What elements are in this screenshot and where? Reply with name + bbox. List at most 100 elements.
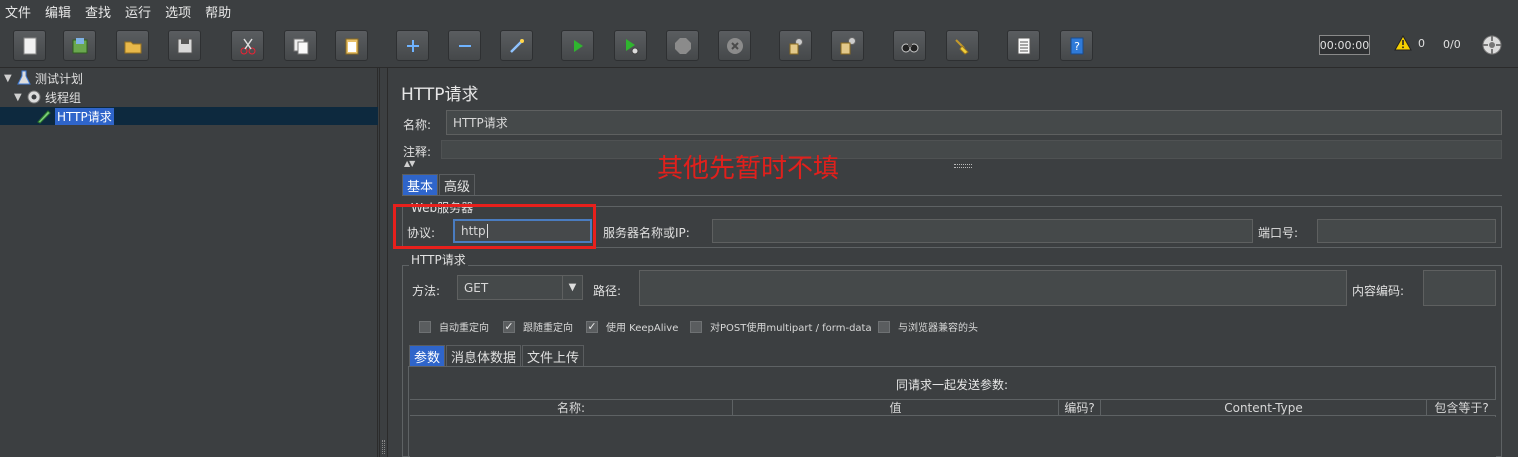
column-header-content-type[interactable]: Content-Type bbox=[1101, 400, 1427, 415]
checkbox-box[interactable] bbox=[878, 320, 890, 333]
reset-search-icon bbox=[954, 38, 969, 55]
comment-field[interactable] bbox=[441, 140, 1502, 159]
panel-title: HTTP请求 bbox=[401, 85, 479, 105]
stop-icon bbox=[674, 37, 691, 54]
checkbox-box[interactable] bbox=[690, 320, 702, 333]
chevron-down-icon[interactable]: ▼ bbox=[562, 276, 582, 299]
tab-basic[interactable]: 基本 bbox=[402, 174, 439, 195]
function-helper-button[interactable] bbox=[1007, 30, 1040, 61]
tree-item-test-plan[interactable]: ▼ 测试计划 bbox=[4, 69, 83, 87]
path-input[interactable] bbox=[639, 270, 1347, 306]
tree-item-http-request[interactable]: HTTP请求 bbox=[0, 107, 378, 125]
split-divider[interactable] bbox=[379, 68, 388, 457]
checkbox-keepalive[interactable]: ✓ 使用 KeepAlive bbox=[586, 319, 678, 334]
shutdown-button[interactable] bbox=[718, 30, 751, 61]
main-tabs: 基本 高级 bbox=[402, 174, 476, 195]
tab-body-data[interactable]: 消息体数据 bbox=[446, 345, 522, 366]
checkbox-follow-redirect[interactable]: ✓ 跟随重定向 bbox=[503, 319, 573, 334]
http-request-title: HTTP请求 bbox=[409, 251, 468, 268]
parameters-table: 同请求一起发送参数: 名称: 值 编码? Content-Type 包含等于? bbox=[408, 366, 1496, 457]
collapse-icon bbox=[458, 44, 471, 47]
encoding-input[interactable] bbox=[1423, 270, 1496, 306]
checkbox-box[interactable]: ✓ bbox=[503, 320, 515, 333]
tab-advanced[interactable]: 高级 bbox=[439, 174, 476, 195]
tree-item-label: HTTP请求 bbox=[55, 107, 114, 125]
sampler-pen-icon bbox=[37, 110, 51, 124]
checkbox-label: 自动重定向 bbox=[439, 323, 489, 334]
menu-options[interactable]: 选项 bbox=[164, 2, 192, 21]
method-select[interactable]: GET ▼ bbox=[457, 275, 583, 300]
menu-search[interactable]: 查找 bbox=[84, 2, 112, 21]
server-label: 服务器名称或IP: bbox=[603, 226, 690, 240]
save-icon bbox=[177, 38, 192, 53]
column-header-encode[interactable]: 编码? bbox=[1059, 400, 1101, 415]
paste-button[interactable] bbox=[335, 30, 368, 61]
column-header-value[interactable]: 值 bbox=[733, 400, 1059, 415]
tab-file-upload[interactable]: 文件上传 bbox=[522, 345, 585, 366]
checkbox-label: 使用 KeepAlive bbox=[606, 323, 679, 334]
copy-button[interactable] bbox=[284, 30, 317, 61]
test-plan-tree: ▼ 测试计划 ▼ 线程组 HTTP请求 bbox=[0, 68, 378, 457]
highlight-box bbox=[393, 204, 596, 249]
search-button[interactable] bbox=[893, 30, 926, 61]
cut-button[interactable] bbox=[231, 30, 264, 61]
reset-search-button[interactable] bbox=[946, 30, 979, 61]
start-icon bbox=[573, 39, 583, 52]
toggle-button[interactable] bbox=[500, 30, 533, 61]
port-input[interactable] bbox=[1317, 219, 1496, 243]
cut-icon bbox=[240, 38, 255, 54]
templates-icon bbox=[72, 37, 87, 53]
method-value: GET bbox=[464, 280, 489, 295]
collapse-arrow-icon[interactable]: ▼ bbox=[4, 73, 16, 84]
collapse-comment-icon[interactable]: ▲▼ bbox=[404, 159, 415, 168]
table-header: 名称: 值 编码? Content-Type 包含等于? bbox=[410, 399, 1496, 416]
search-icon bbox=[901, 42, 918, 52]
expand-button[interactable] bbox=[396, 30, 429, 61]
resize-grip[interactable] bbox=[954, 164, 972, 168]
warning-count: 0 bbox=[1418, 36, 1425, 50]
method-label: 方法: bbox=[412, 284, 441, 298]
column-header-include-equals[interactable]: 包含等于? bbox=[1427, 400, 1496, 415]
warning-indicator[interactable]: 0 bbox=[1394, 35, 1425, 51]
test-plan-icon bbox=[17, 70, 31, 85]
start-no-pause-button[interactable] bbox=[614, 30, 647, 61]
function-helper-icon bbox=[1017, 37, 1030, 54]
column-header-name[interactable]: 名称: bbox=[410, 400, 733, 415]
collapse-arrow-icon[interactable]: ▼ bbox=[14, 92, 26, 103]
split-grip[interactable] bbox=[382, 440, 385, 454]
clear-all-button[interactable] bbox=[831, 30, 864, 61]
annotation-text: 其他先暂时不填 bbox=[657, 154, 840, 184]
name-field[interactable]: HTTP请求 bbox=[446, 110, 1502, 135]
save-button[interactable] bbox=[168, 30, 201, 61]
elapsed-timer: 00:00:00 bbox=[1319, 35, 1370, 55]
tab-divider bbox=[402, 195, 1502, 196]
menu-file[interactable]: 文件 bbox=[4, 2, 32, 21]
checkbox-label: 对POST使用multipart / form-data bbox=[710, 323, 872, 334]
tab-parameters[interactable]: 参数 bbox=[409, 345, 446, 366]
checkbox-box[interactable]: ✓ bbox=[586, 320, 598, 333]
gear-icon bbox=[27, 90, 41, 104]
menu-edit[interactable]: 编辑 bbox=[44, 2, 72, 21]
collapse-button[interactable] bbox=[448, 30, 481, 61]
clear-button[interactable] bbox=[779, 30, 812, 61]
checkbox-auto-redirect[interactable]: 自动重定向 bbox=[419, 319, 489, 334]
stop-button[interactable] bbox=[666, 30, 699, 61]
table-body[interactable] bbox=[410, 417, 1496, 457]
path-label: 路径: bbox=[593, 284, 622, 298]
checkbox-box[interactable] bbox=[419, 320, 431, 333]
start-button[interactable] bbox=[561, 30, 594, 61]
checkbox-label: 跟随重定向 bbox=[523, 323, 573, 334]
new-button[interactable] bbox=[13, 30, 46, 61]
tree-item-thread-group[interactable]: ▼ 线程组 bbox=[14, 88, 81, 106]
help-button[interactable]: ? bbox=[1060, 30, 1093, 61]
port-label: 端口号: bbox=[1258, 226, 1299, 240]
menu-bar: 文件 编辑 查找 运行 选项 帮助 bbox=[0, 0, 1518, 22]
checkbox-browser-headers[interactable]: 与浏览器兼容的头 bbox=[878, 319, 978, 334]
open-button[interactable] bbox=[116, 30, 149, 61]
menu-help[interactable]: 帮助 bbox=[204, 2, 232, 21]
checkbox-multipart[interactable]: 对POST使用multipart / form-data bbox=[690, 319, 872, 334]
server-input[interactable] bbox=[712, 219, 1253, 243]
table-caption: 同请求一起发送参数: bbox=[895, 378, 1009, 392]
menu-run[interactable]: 运行 bbox=[124, 2, 152, 21]
templates-button[interactable] bbox=[63, 30, 96, 61]
